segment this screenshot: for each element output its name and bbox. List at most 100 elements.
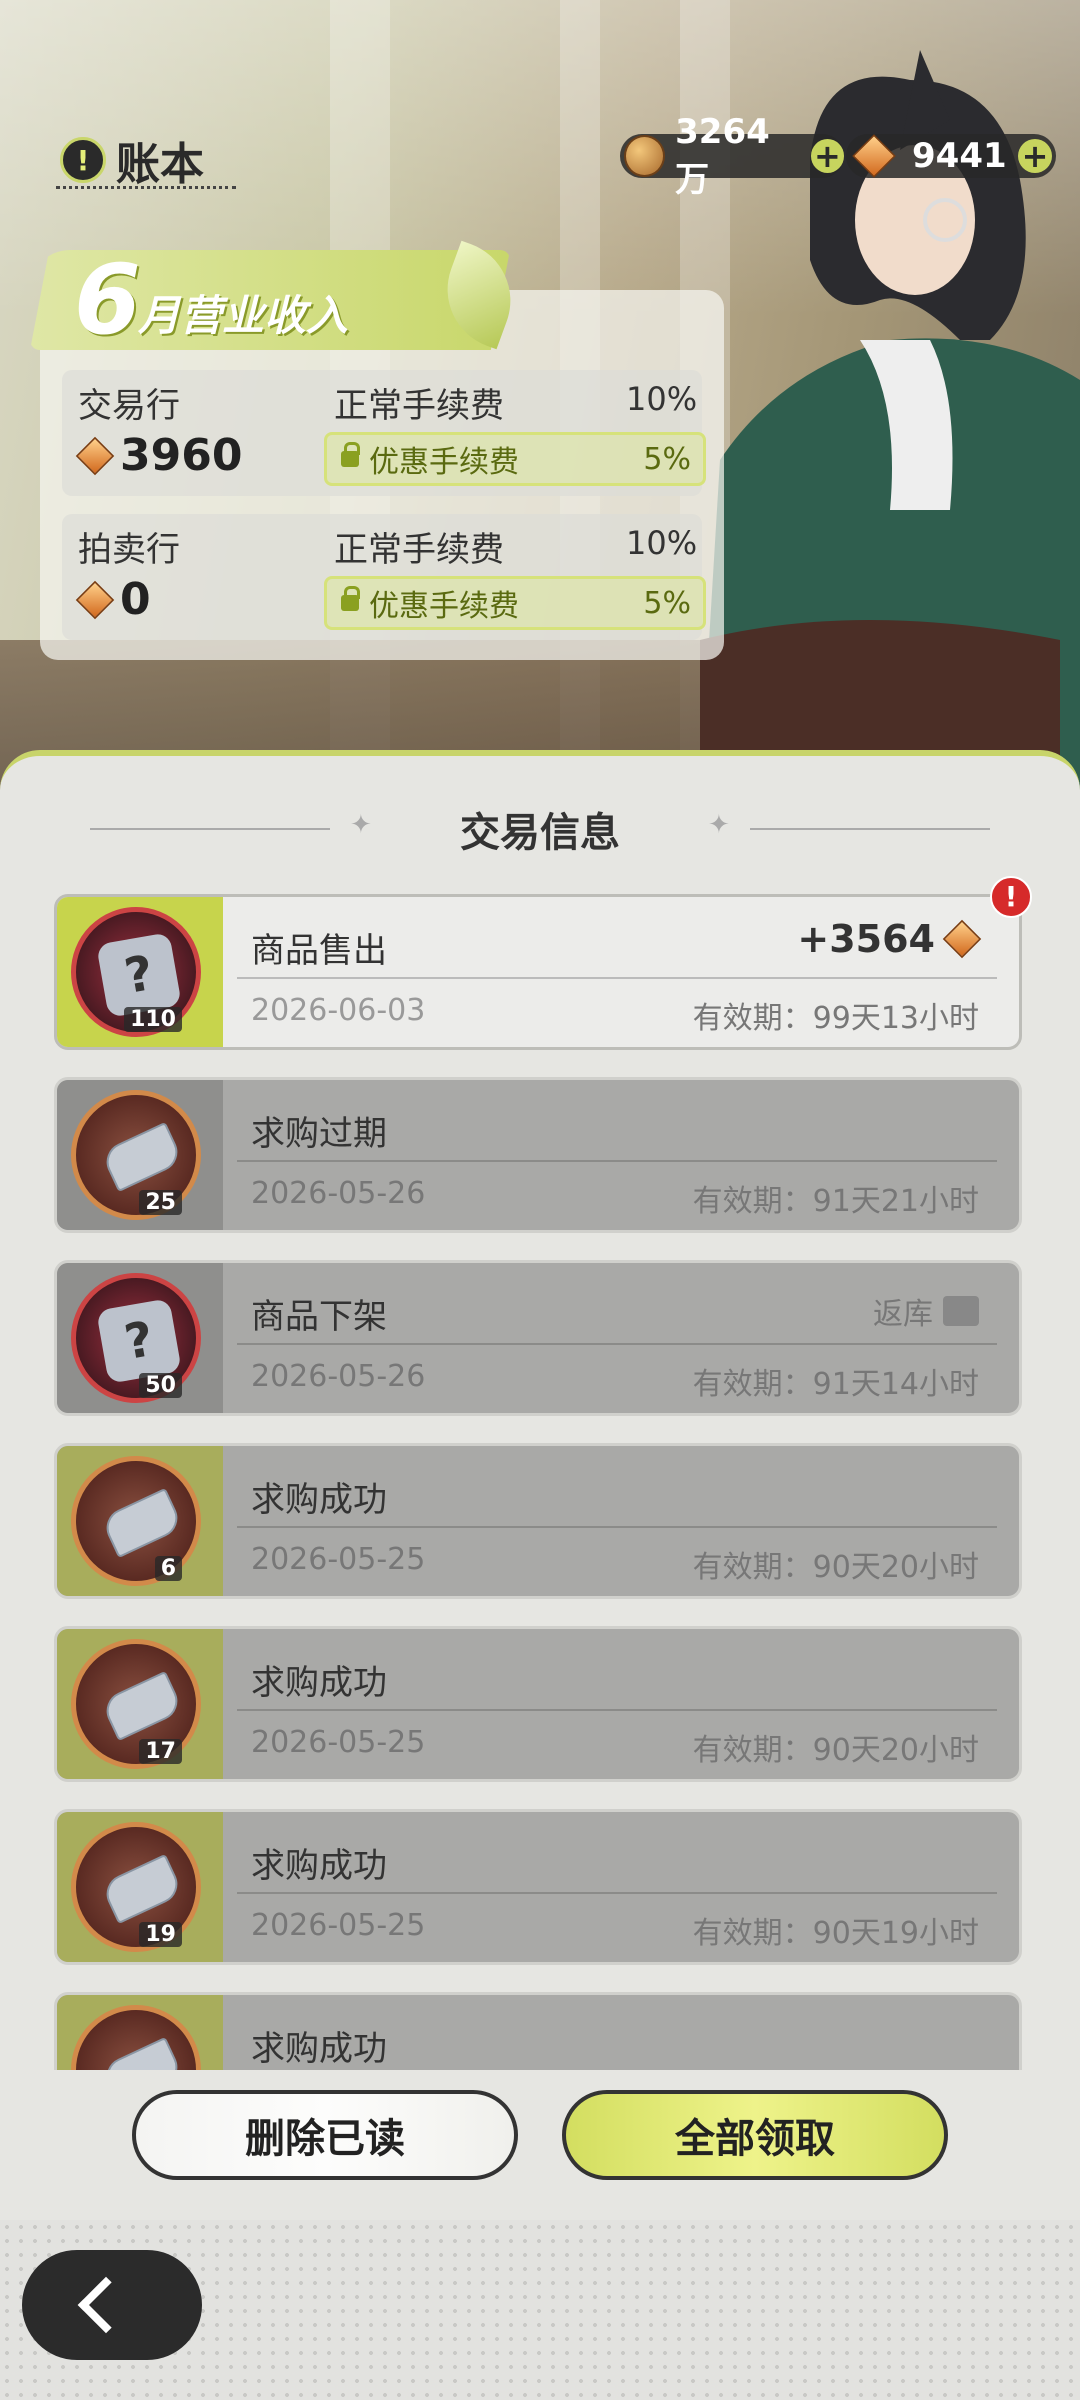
auction-label: 拍卖行 xyxy=(78,530,180,570)
return-label-text: 返库 xyxy=(873,1297,933,1332)
exchange-amount: 3960 xyxy=(75,430,242,481)
lock-icon xyxy=(341,442,360,467)
exchange-normal-fee-label: 正常手续费 xyxy=(334,386,504,426)
return-to-storage-label[interactable]: 返库 xyxy=(873,1289,979,1333)
star-counter: 9441 + xyxy=(846,134,1056,178)
coin-counter: 3264万 + xyxy=(620,112,845,200)
item-date: 2026-05-25 xyxy=(251,1542,426,1577)
item-expiry: 有效期：90天19小时 xyxy=(692,1916,979,1951)
item-title: 求购成功 xyxy=(251,1480,387,1520)
item-divider xyxy=(237,1343,997,1345)
item-thumb xyxy=(71,2005,201,2070)
list-item[interactable]: ? 110 商品售出 +3564 2026-06-03 有效期：99天13小时 xyxy=(54,894,1022,1050)
item-title: 求购成功 xyxy=(251,1663,387,1703)
list-item[interactable]: 19 求购成功 2026-05-25 有效期：90天19小时 xyxy=(54,1809,1022,1965)
income-month-number: 6 xyxy=(74,244,141,356)
alert-badge-icon: ! xyxy=(990,876,1032,918)
item-expiry: 有效期：99天13小时 xyxy=(692,1001,979,1036)
lock-icon xyxy=(341,586,360,611)
item-quantity: 25 xyxy=(139,1190,182,1215)
list-item[interactable]: 求购成功 xyxy=(54,1992,1022,2070)
auction-amount-value: 0 xyxy=(120,574,151,625)
item-thumb: 6 xyxy=(71,1456,201,1586)
auction-discount-pct: 5% xyxy=(643,585,691,621)
item-divider xyxy=(237,977,997,979)
auction-discount-fee[interactable]: 优惠手续费 5% xyxy=(324,576,706,630)
item-quantity: 110 xyxy=(124,1007,182,1032)
item-quantity: 6 xyxy=(154,1556,182,1581)
auction-discount-label: 优惠手续费 xyxy=(369,589,519,624)
item-thumb: 25 xyxy=(71,1090,201,1220)
scroll-icon xyxy=(100,1487,184,1559)
section-divider-right xyxy=(750,828,990,830)
item-thumb-bg: 19 xyxy=(57,1812,223,1962)
item-title: 商品下架 xyxy=(251,1297,387,1337)
exchange-discount-label: 优惠手续费 xyxy=(369,445,519,480)
page-title: 账本 xyxy=(116,139,204,190)
claim-all-button[interactable]: 全部领取 xyxy=(562,2090,948,2180)
item-quantity: 50 xyxy=(139,1373,182,1398)
item-thumb: ? 50 xyxy=(71,1273,201,1403)
scroll-icon xyxy=(100,1670,184,1742)
page-header: ! 账本 xyxy=(60,128,204,192)
delete-read-button[interactable]: 删除已读 xyxy=(132,2090,518,2180)
info-icon[interactable]: ! xyxy=(60,137,106,183)
item-expiry: 有效期：91天21小时 xyxy=(692,1184,979,1219)
list-item[interactable]: ? 50 商品下架 返库 2026-05-26 有效期：91天14小时 xyxy=(54,1260,1022,1416)
star-amount: 9441 xyxy=(912,136,1007,176)
add-coins-button[interactable]: + xyxy=(810,137,845,175)
auction-normal-fee-pct: 10% xyxy=(626,524,698,562)
list-item[interactable]: 17 求购成功 2026-05-25 有效期：90天20小时 xyxy=(54,1626,1022,1782)
exchange-discount-fee[interactable]: 优惠手续费 5% xyxy=(324,432,706,486)
mystery-item-icon: ? xyxy=(96,1298,182,1384)
item-quantity: 19 xyxy=(139,1922,182,1947)
item-title: 商品售出 xyxy=(251,931,387,971)
item-expiry: 有效期：90天20小时 xyxy=(692,1733,979,1768)
item-expiry: 有效期：90天20小时 xyxy=(692,1550,979,1585)
item-title: 求购成功 xyxy=(251,2029,387,2069)
item-quantity: 17 xyxy=(139,1739,182,1764)
item-title: 求购过期 xyxy=(251,1114,387,1154)
scroll-icon xyxy=(100,1853,184,1925)
list-item[interactable]: 6 求购成功 2026-05-25 有效期：90天20小时 xyxy=(54,1443,1022,1599)
item-thumb-bg: 17 xyxy=(57,1629,223,1779)
item-thumb-bg: 6 xyxy=(57,1446,223,1596)
item-date: 2026-06-03 xyxy=(251,993,426,1028)
item-date: 2026-05-25 xyxy=(251,1908,426,1943)
exchange-normal-fee-pct: 10% xyxy=(626,380,698,418)
item-date: 2026-05-25 xyxy=(251,1725,426,1760)
item-amount-value: +3564 xyxy=(797,917,935,961)
title-underline xyxy=(56,186,236,189)
item-divider xyxy=(237,1526,997,1528)
item-title: 求购成功 xyxy=(251,1846,387,1886)
list-item[interactable]: 25 求购过期 2026-05-26 有效期：91天21小时 xyxy=(54,1077,1022,1233)
item-divider xyxy=(237,1709,997,1711)
transaction-list[interactable]: ? 110 商品售出 +3564 2026-06-03 有效期：99天13小时 … xyxy=(54,890,1026,2070)
star-crystal-icon xyxy=(942,919,982,959)
storage-return-icon xyxy=(943,1296,979,1326)
add-stars-button[interactable]: + xyxy=(1018,137,1052,175)
item-amount: +3564 xyxy=(797,917,982,961)
income-month-label: 月营业收入 xyxy=(138,291,349,340)
coin-amount: 3264万 xyxy=(675,111,770,200)
star-crystal-icon xyxy=(75,436,115,475)
item-thumb-bg xyxy=(57,1995,223,2070)
item-expiry: 有效期：91天14小时 xyxy=(692,1367,979,1402)
exchange-label: 交易行 xyxy=(78,386,180,426)
exchange-discount-pct: 5% xyxy=(643,441,691,477)
item-thumb: 17 xyxy=(71,1639,201,1769)
coin-icon xyxy=(624,135,666,177)
sparkle-icon: ✦ xyxy=(708,810,730,840)
item-thumb-bg: ? 50 xyxy=(57,1263,223,1413)
item-divider xyxy=(237,1892,997,1894)
item-thumb: 19 xyxy=(71,1822,201,1952)
item-thumb: ? 110 xyxy=(71,907,201,1037)
item-thumb-bg: 25 xyxy=(57,1080,223,1230)
item-divider xyxy=(237,1160,997,1162)
item-thumb-bg: ? 110 xyxy=(57,897,223,1047)
scroll-icon xyxy=(100,2036,184,2070)
star-crystal-icon xyxy=(75,580,115,619)
item-date: 2026-05-26 xyxy=(251,1176,426,1211)
mystery-item-icon: ? xyxy=(96,932,182,1018)
scroll-icon xyxy=(100,1121,184,1193)
